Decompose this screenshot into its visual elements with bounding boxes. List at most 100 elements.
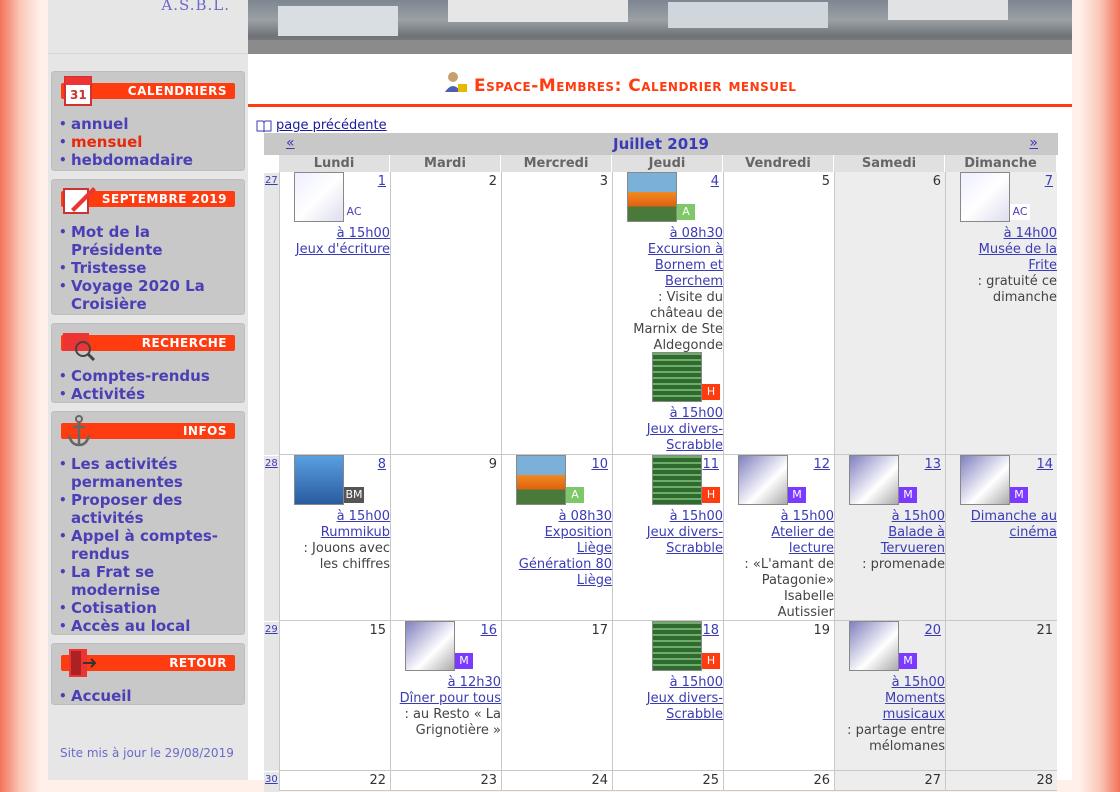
day-number[interactable]: 14 <box>1036 457 1053 472</box>
event-title[interactable]: Jeux divers-Scrabble <box>647 691 723 722</box>
day-number[interactable]: 10 <box>591 457 608 472</box>
day-cell: 24 <box>501 771 612 791</box>
event-title[interactable]: Excursion à Bornem et Berchem <box>648 242 723 289</box>
event-title[interactable]: Exposition Liège Génération 80 Liège <box>519 525 612 588</box>
week-number[interactable]: 28 <box>264 455 279 622</box>
event-title[interactable]: Jeux divers-Scrabble <box>647 525 723 556</box>
month-title: Juillet 2019 <box>613 135 709 153</box>
event-time[interactable]: à 12h30 <box>448 675 501 690</box>
nav-annuel[interactable]: annuel <box>57 115 243 133</box>
day-cell: 17 <box>501 621 612 771</box>
week-number[interactable]: 30 <box>264 771 279 792</box>
event: à 15h00 Rummikub : Jouons avec les chiffr… <box>285 509 390 573</box>
event-title[interactable]: Dimanche au cinéma <box>971 509 1057 540</box>
event-category-badge: A <box>677 204 695 220</box>
day-header-vendredi: Vendredi <box>723 155 834 172</box>
day-number[interactable]: 16 <box>480 623 497 638</box>
event-title[interactable]: Atelier de lecture <box>771 525 834 556</box>
day-number: 28 <box>1036 773 1053 788</box>
pencil-note-icon <box>63 187 96 214</box>
sidebar: A.S.B.L. CALENDRIERS 31 annuel mensuel h… <box>48 0 248 780</box>
day-number[interactable]: 11 <box>702 457 719 472</box>
asbl-label: A.S.B.L. <box>161 0 230 14</box>
nav-comptes-rendus[interactable]: Comptes-rendus <box>57 367 243 385</box>
nav-activites[interactable]: Activités <box>57 385 243 403</box>
prev-page-link[interactable]: page précédente <box>256 118 387 133</box>
site-logo: A.S.B.L. <box>48 0 248 54</box>
event-image[interactable] <box>516 455 566 505</box>
day-number[interactable]: 13 <box>924 457 941 472</box>
event-title[interactable]: Dîner pour tous <box>400 691 501 706</box>
event-title[interactable]: Rummikub <box>321 525 390 540</box>
nav-activites-permanentes[interactable]: Les activités permanentes <box>57 455 243 491</box>
nav-mensuel[interactable]: mensuel <box>57 133 243 151</box>
section-title: INFOS <box>182 424 227 438</box>
day-number: 17 <box>591 623 608 638</box>
day-number: 2 <box>488 174 497 189</box>
event-image[interactable] <box>405 621 455 671</box>
event-image[interactable] <box>652 352 702 402</box>
nav-cotisation[interactable]: Cotisation <box>57 599 243 617</box>
event-time[interactable]: à 08h30 <box>670 226 723 241</box>
event-time[interactable]: à 15h00 <box>337 226 390 241</box>
event-time[interactable]: à 08h30 <box>559 509 612 524</box>
event-time[interactable]: à 15h00 <box>670 675 723 690</box>
event-image[interactable] <box>294 172 344 222</box>
event-image[interactable] <box>294 455 344 505</box>
event-time[interactable]: à 15h00 <box>670 406 723 421</box>
event-time[interactable]: à 15h00 <box>892 675 945 690</box>
event-title[interactable]: Moments musicaux <box>883 691 945 722</box>
event-image[interactable] <box>652 621 702 671</box>
section-title: SEPTEMBRE 2019 <box>101 192 227 206</box>
event-time[interactable]: à 15h00 <box>337 509 390 524</box>
day-cell: 18 Hà 15h00 Jeux divers-Scrabble <box>612 621 723 771</box>
nav-tristesse[interactable]: Tristesse <box>57 259 243 277</box>
day-number[interactable]: 20 <box>924 623 941 638</box>
event: à 08h30 Exposition Liège Génération 80 Li… <box>507 509 612 589</box>
day-number[interactable]: 1 <box>378 174 386 189</box>
nav-hebdomadaire[interactable]: hebdomadaire <box>57 151 243 169</box>
recherche-box: RECHERCHE Comptes-rendus Activités <box>50 322 246 404</box>
event-title[interactable]: Jeux d'écriture <box>296 242 390 257</box>
nav-mot-presidente[interactable]: Mot de la Présidente <box>57 223 243 259</box>
nav-voyage-2020[interactable]: Voyage 2020 La Croisière <box>57 277 243 313</box>
event-image[interactable] <box>849 621 899 671</box>
event-time[interactable]: à 15h00 <box>670 509 723 524</box>
event-image[interactable] <box>627 172 677 222</box>
next-month-link[interactable]: » <box>1029 135 1038 151</box>
day-number[interactable]: 7 <box>1045 174 1053 189</box>
event-time[interactable]: à 15h00 <box>781 509 834 524</box>
day-number: 27 <box>924 773 941 788</box>
nav-proposer-activites[interactable]: Proposer des activités <box>57 491 243 527</box>
event: Dimanche au cinéma <box>951 509 1057 541</box>
event-category-badge: M <box>455 653 473 669</box>
nav-acces-local[interactable]: Accès au local <box>57 617 243 635</box>
event-title[interactable]: Musée de la Frite <box>979 242 1057 273</box>
last-update: Site mis à jour le 29/08/2019 <box>60 746 234 760</box>
day-number[interactable]: 8 <box>378 457 386 472</box>
event: à 08h30 Excursion à Bornem et Berchem : V… <box>618 226 723 354</box>
event-category-badge: BM <box>344 487 364 503</box>
event-title[interactable]: Balade à Tervueren <box>881 525 945 556</box>
event-image[interactable] <box>960 172 1010 222</box>
week-number[interactable]: 29 <box>264 621 279 772</box>
event-image[interactable] <box>738 455 788 505</box>
day-number[interactable]: 12 <box>813 457 830 472</box>
day-cell: 7 AC à 14h00 Musée de la Frite : gratuité c… <box>945 172 1057 455</box>
nav-frat-modernise[interactable]: La Frat se modernise <box>57 563 243 599</box>
event-image[interactable] <box>849 455 899 505</box>
event-time[interactable]: à 14h00 <box>1004 226 1057 241</box>
nav-appel-comptes-rendus[interactable]: Appel à comptes-rendus <box>57 527 243 563</box>
event-image[interactable] <box>960 455 1010 505</box>
nav-accueil[interactable]: Accueil <box>57 687 243 705</box>
day-number: 25 <box>702 773 719 788</box>
day-number[interactable]: 18 <box>702 623 719 638</box>
event: à 15h00 Moments musicaux : partage entre … <box>840 675 945 755</box>
event-title[interactable]: Jeux divers-Scrabble <box>647 422 723 453</box>
event-description: : gratuité ce dimanche <box>977 274 1057 305</box>
event-time[interactable]: à 15h00 <box>892 509 945 524</box>
week-number[interactable]: 27 <box>264 172 279 456</box>
day-number: 15 <box>369 623 386 638</box>
day-number[interactable]: 4 <box>711 174 719 189</box>
event-image[interactable] <box>652 455 702 505</box>
